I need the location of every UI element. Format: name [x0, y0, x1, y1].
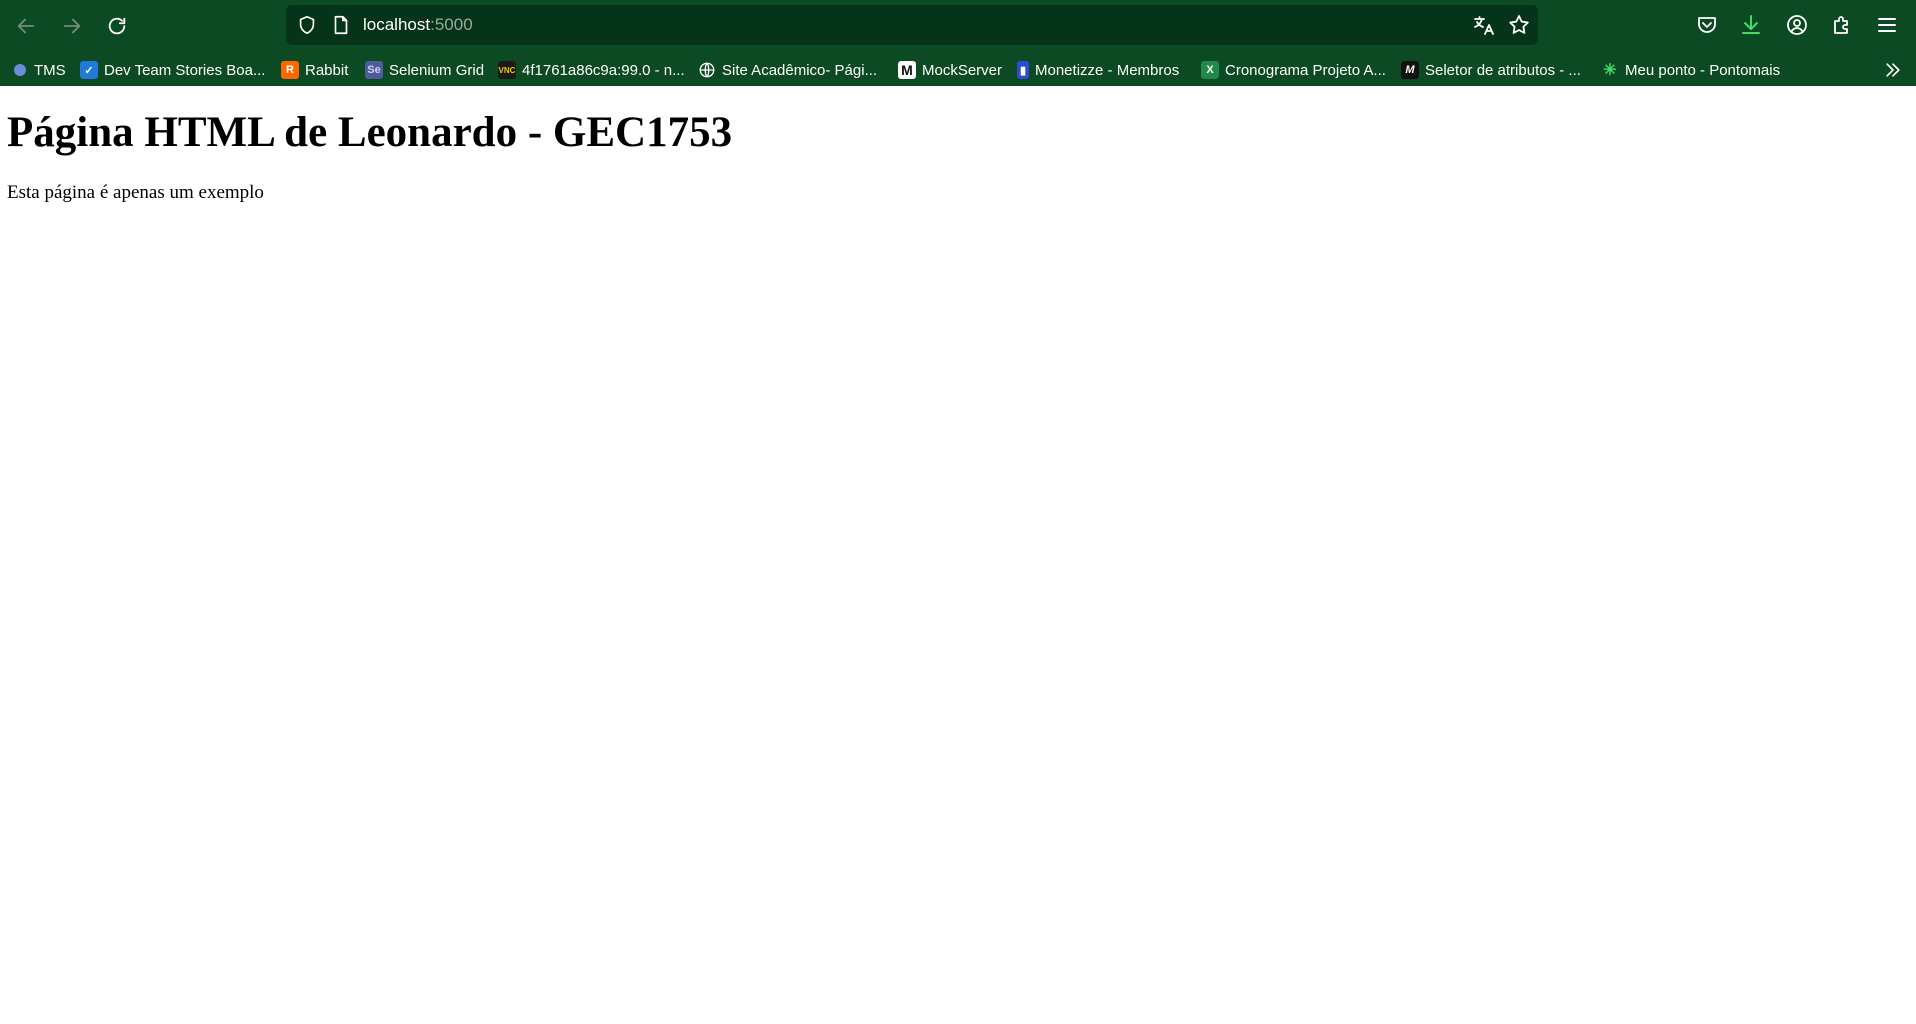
star-icon[interactable] [1507, 13, 1531, 37]
reload-icon [108, 17, 126, 35]
seletor-icon: M [1401, 61, 1419, 79]
extensions-icon[interactable] [1830, 13, 1854, 37]
url-port: :5000 [430, 15, 473, 34]
bookmark-monetizze[interactable]: ▮ Monetizze - Membros [1017, 58, 1179, 82]
pontomais-icon: ✳ [1603, 62, 1617, 79]
globe-icon [699, 62, 715, 78]
bookmark-vnc[interactable]: VNC 4f1761a86c9a:99.0 - n... [498, 58, 685, 82]
translate-icon[interactable] [1472, 13, 1496, 37]
azure-devops-icon: ✓ [80, 61, 98, 79]
bookmark-label: Dev Team Stories Boa... [104, 61, 266, 79]
bookmark-tms[interactable]: TMS [14, 58, 66, 82]
navigation-toolbar: localhost:5000 [0, 0, 1916, 52]
excel-icon: X [1201, 61, 1219, 79]
menu-icon[interactable] [1875, 13, 1899, 37]
arrow-right-icon [63, 18, 81, 34]
account-icon[interactable] [1785, 13, 1809, 37]
bookmark-rabbit[interactable]: R Rabbit [281, 58, 348, 82]
bookmark-label: Cronograma Projeto A... [1225, 61, 1386, 79]
pocket-icon[interactable] [1695, 13, 1719, 37]
browser-chrome: localhost:5000 TMS ✓ Dev Team Stories Bo… [0, 0, 1916, 86]
bookmark-seletor[interactable]: M Seletor de atributos - ... [1401, 58, 1581, 82]
mockserver-icon: M [898, 61, 916, 79]
bookmark-dev-team-stories[interactable]: ✓ Dev Team Stories Boa... [80, 58, 265, 82]
shield-icon[interactable] [296, 14, 318, 36]
bookmark-label: Selenium Grid [389, 61, 485, 79]
reload-button[interactable] [99, 8, 135, 44]
arrow-left-icon [17, 18, 35, 34]
url-host: localhost [363, 15, 431, 34]
page-paragraph: Esta página é apenas um exemplo [7, 182, 264, 204]
page-content: Página HTML de Leonardo - GEC1753 Esta p… [0, 108, 1916, 204]
bookmark-mockserver[interactable]: M MockServer [898, 58, 1002, 82]
url-text[interactable]: localhost:5000 [363, 15, 473, 35]
selenium-icon: Se [365, 61, 383, 79]
back-button[interactable] [8, 8, 44, 44]
rabbitmq-icon: R [281, 61, 299, 79]
bookmark-site-academico[interactable]: Site Acadêmico- Pági... [698, 58, 877, 82]
tms-icon [14, 64, 26, 76]
bookmark-label: 4f1761a86c9a:99.0 - n... [522, 61, 685, 79]
download-icon[interactable] [1739, 13, 1763, 37]
page-icon[interactable] [330, 14, 352, 36]
bookmark-label: Site Acadêmico- Pági... [722, 61, 878, 79]
bookmark-selenium-grid[interactable]: Se Selenium Grid [365, 58, 484, 82]
chevron-double-right-icon[interactable] [1882, 60, 1904, 80]
bookmark-label: MockServer [922, 61, 1003, 79]
bookmark-label: Meu ponto - Pontomais [1625, 61, 1781, 79]
bookmark-label: TMS [34, 61, 66, 79]
bookmark-label: Seletor de atributos - ... [1425, 61, 1581, 79]
bookmark-label: Monetizze - Membros [1035, 61, 1180, 79]
bookmarks-toolbar: TMS ✓ Dev Team Stories Boa... R Rabbit S… [0, 52, 1916, 86]
monetizze-icon: ▮ [1017, 61, 1029, 79]
page-heading: Página HTML de Leonardo - GEC1753 [7, 109, 733, 156]
vnc-icon: VNC [498, 61, 516, 79]
bookmark-pontomais[interactable]: ✳ Meu ponto - Pontomais [1601, 58, 1780, 82]
forward-button[interactable] [54, 8, 90, 44]
address-bar[interactable]: localhost:5000 [286, 5, 1538, 45]
bookmark-label: Rabbit [305, 61, 349, 79]
bookmark-cronograma[interactable]: X Cronograma Projeto A... [1201, 58, 1386, 82]
